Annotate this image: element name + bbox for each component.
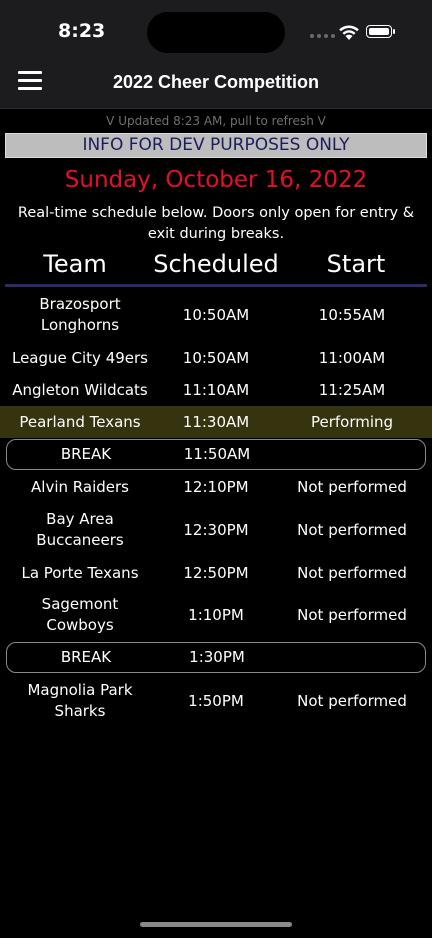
table-row: Sagemont Cowboys 1:10PM Not performed <box>0 593 432 637</box>
scheduled-time: 11:10AM <box>182 380 250 399</box>
team-name: Magnolia Park Sharks <box>27 681 133 720</box>
header-scheduled: Scheduled <box>153 250 279 278</box>
table-row: Bay Area Buccaneers 12:30PM Not performe… <box>0 508 432 552</box>
header-divider <box>5 284 427 287</box>
scheduled-time: 12:10PM <box>183 477 249 496</box>
table-row: League City 49ers 10:50AM 11:00AM <box>0 347 432 369</box>
team-name: Angleton Wildcats <box>12 380 148 399</box>
table-row-performing: Pearland Texans 11:30AM Performing <box>0 406 432 438</box>
start-status: 11:00AM <box>318 348 386 367</box>
team-name: League City 49ers <box>11 348 148 367</box>
cellular-signal-icon <box>310 34 335 38</box>
table-row: Brazosport Longhorns 10:50AM 10:55AM <box>0 293 432 337</box>
table-row: Alvin Raiders 12:10PM Not performed <box>0 476 432 498</box>
start-status: Not performed <box>297 520 407 539</box>
break-label: BREAK <box>60 445 112 463</box>
scheduled-time: 10:50AM <box>182 305 250 324</box>
start-status: Performing <box>310 412 394 431</box>
dynamic-island <box>147 12 285 53</box>
home-indicator[interactable] <box>140 922 292 927</box>
start-status: Not performed <box>297 605 407 624</box>
break-row: BREAK 1:30PM <box>6 642 426 673</box>
dev-info-banner: INFO FOR DEV PURPOSES ONLY <box>5 133 427 158</box>
scheduled-time: 1:10PM <box>188 605 244 624</box>
start-status <box>283 440 423 469</box>
team-name: Sagemont Cowboys <box>41 595 119 634</box>
schedule-table-header: Team Scheduled Start <box>0 250 432 285</box>
updated-refresh-text[interactable]: V Updated 8:23 AM, pull to refresh V <box>0 114 432 128</box>
header-team: Team <box>43 250 107 278</box>
team-name: Bay Area Buccaneers <box>36 510 124 549</box>
nav-bar: 2022 Cheer Competition <box>0 62 432 109</box>
header-start: Start <box>326 250 386 278</box>
battery-icon <box>366 25 395 38</box>
start-status: 11:25AM <box>318 380 386 399</box>
status-bar: 8:23 <box>0 0 432 62</box>
team-name: Brazosport Longhorns <box>39 295 121 334</box>
start-status <box>283 643 423 672</box>
table-row: Magnolia Park Sharks 1:50PM Not performe… <box>0 679 432 723</box>
start-status: Not performed <box>297 691 407 710</box>
scheduled-time: 10:50AM <box>182 348 250 367</box>
table-row: La Porte Texans 12:50PM Not performed <box>0 562 432 584</box>
status-time: 8:23 <box>58 20 106 42</box>
scheduled-time: 12:50PM <box>183 563 249 582</box>
scheduled-time: 12:30PM <box>183 520 249 539</box>
table-row: Angleton Wildcats 11:10AM 11:25AM <box>0 379 432 401</box>
team-name: Pearland Texans <box>19 412 141 431</box>
team-name: La Porte Texans <box>21 563 139 582</box>
page-title: 2022 Cheer Competition <box>112 72 320 92</box>
start-status: Not performed <box>297 477 407 496</box>
start-status: 10:55AM <box>318 305 386 324</box>
break-label: BREAK <box>60 648 112 666</box>
date-heading: Sunday, October 16, 2022 <box>64 167 368 193</box>
scheduled-time: 1:50PM <box>188 691 244 710</box>
intro-text: Real-time schedule below. Doors only ope… <box>17 205 415 242</box>
start-status: Not performed <box>297 563 407 582</box>
team-name: Alvin Raiders <box>31 477 129 496</box>
scheduled-time: 11:50AM <box>183 445 251 463</box>
wifi-icon <box>339 25 359 40</box>
scheduled-time: 1:30PM <box>189 648 245 666</box>
scheduled-time: 11:30AM <box>182 412 250 431</box>
break-row: BREAK 11:50AM <box>6 439 426 470</box>
